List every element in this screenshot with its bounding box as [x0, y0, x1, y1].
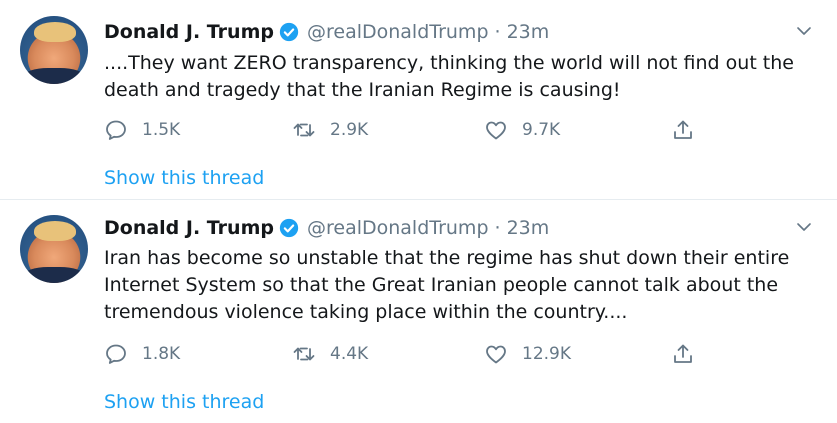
show-thread-link[interactable]: Show this thread	[104, 167, 264, 189]
chevron-down-icon[interactable]	[795, 22, 813, 40]
retweet-count: 2.9K	[330, 120, 369, 140]
reply-button[interactable]: 1.8K	[104, 339, 180, 369]
author-handle[interactable]: @realDonaldTrump	[307, 21, 489, 43]
tweet-text: Iran has become so unstable that the reg…	[104, 247, 790, 323]
like-count: 12.9K	[522, 344, 571, 364]
avatar-suit	[24, 68, 84, 84]
header-separator: ·	[494, 21, 501, 43]
tweet[interactable]: Donald J. Trump @realDonaldTrump · 23m .…	[0, 0, 837, 200]
verified-badge-icon	[279, 218, 299, 238]
heart-icon	[486, 345, 506, 364]
avatar[interactable]	[20, 215, 88, 283]
avatar-hair	[34, 221, 76, 241]
chevron-down-icon[interactable]	[795, 218, 813, 236]
avatar[interactable]	[20, 16, 88, 84]
retweet-count: 4.4K	[330, 344, 369, 364]
author-handle[interactable]: @realDonaldTrump	[307, 217, 489, 239]
reply-icon	[106, 344, 126, 364]
verified-badge-icon	[279, 22, 299, 42]
like-count: 9.7K	[522, 120, 561, 140]
reply-count: 1.5K	[142, 120, 181, 140]
like-button[interactable]: 9.7K	[484, 115, 560, 145]
avatar-hair	[34, 22, 76, 42]
retweet-icon	[293, 123, 315, 137]
share-icon	[674, 344, 692, 363]
like-button[interactable]: 12.9K	[484, 339, 571, 369]
heart-icon	[486, 121, 506, 140]
share-icon	[674, 120, 692, 139]
retweet-button[interactable]: 4.4K	[292, 339, 368, 369]
retweet-icon	[293, 347, 315, 361]
timestamp[interactable]: 23m	[507, 21, 550, 43]
reply-button[interactable]: 1.5K	[104, 115, 180, 145]
tweet-header: Donald J. Trump @realDonaldTrump · 23m	[104, 215, 549, 241]
header-separator: ·	[494, 217, 501, 239]
tweet[interactable]: Donald J. Trump @realDonaldTrump · 23m I…	[0, 199, 837, 423]
tweet-header: Donald J. Trump @realDonaldTrump · 23m	[104, 19, 549, 45]
retweet-button[interactable]: 2.9K	[292, 115, 368, 145]
avatar-suit	[24, 267, 84, 283]
author-name[interactable]: Donald J. Trump	[104, 21, 274, 43]
show-thread-link[interactable]: Show this thread	[104, 391, 264, 413]
share-button[interactable]	[671, 115, 695, 145]
tweet-actions: 1.5K 2.9K 9.7K	[104, 115, 804, 145]
tweet-text: ....They want ZERO transparency, thinkin…	[104, 52, 794, 101]
reply-count: 1.8K	[142, 344, 181, 364]
share-button[interactable]	[671, 339, 695, 369]
author-name[interactable]: Donald J. Trump	[104, 217, 274, 239]
tweet-actions: 1.8K 4.4K 12.9K	[104, 339, 804, 369]
reply-icon	[106, 120, 126, 140]
timestamp[interactable]: 23m	[507, 217, 550, 239]
